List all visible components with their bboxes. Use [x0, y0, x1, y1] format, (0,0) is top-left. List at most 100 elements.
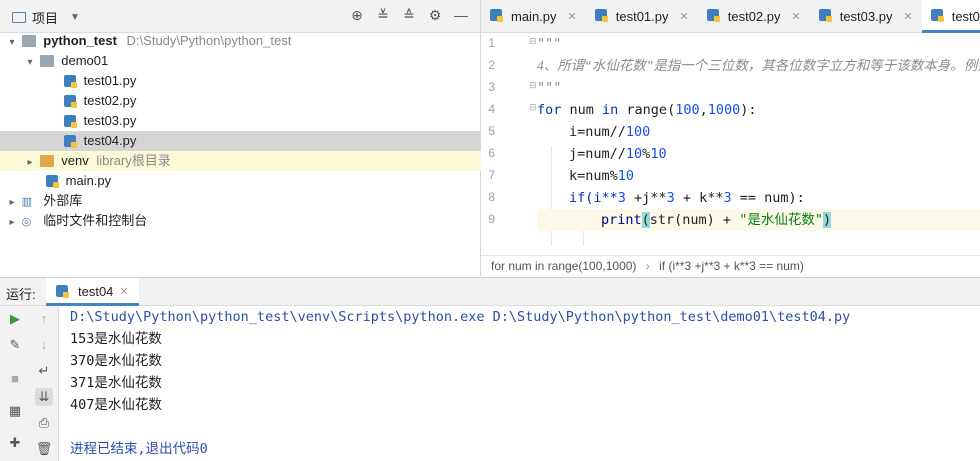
- tree-item-label: 外部库: [43, 193, 83, 208]
- close-icon[interactable]: ✕: [903, 10, 912, 23]
- line-number: 7: [488, 168, 495, 182]
- python-file-icon: [64, 134, 77, 148]
- code-line-2: 4、所谓“水仙花数”是指一个三位数，其各位数字立方和等于该数本身。例如: [537, 58, 980, 73]
- arrow-down-icon[interactable]: ↓: [35, 336, 53, 354]
- tree-item-python-test[interactable]: ▾ python_test D:\Study\Python\python_tes…: [0, 31, 486, 51]
- code-line-8: if(i**3 +j**3 + k**3 == num):: [569, 190, 805, 206]
- tab-label: test03.py: [839, 8, 893, 24]
- console-output[interactable]: D:\Study\Python\python_test\venv\Scripts…: [70, 306, 980, 461]
- folder-icon: [39, 154, 54, 167]
- code-line-7: k=num%10: [569, 168, 635, 184]
- tree-item-label: python_test: [43, 33, 117, 48]
- chevron-down-icon[interactable]: ▼: [70, 12, 80, 23]
- run-panel: 运行: test04 ✕ ▶ ↑ ✎ ↓ ■ ↵ ⇊ ▦ ⎙ ✚ 🗑 D:\St…: [0, 277, 980, 461]
- console-line: 371是水仙花数: [70, 375, 162, 391]
- tree-item-label: demo01: [61, 53, 109, 68]
- chevron-right-icon[interactable]: ▸: [24, 153, 36, 173]
- close-icon[interactable]: ✕: [119, 285, 128, 298]
- code-line-5: i=num//100: [569, 124, 651, 140]
- tab-label: test01.py: [615, 8, 669, 24]
- tree-item-label: test02.py: [83, 93, 137, 108]
- soft-wrap-icon[interactable]: ↵: [35, 362, 53, 380]
- indent-guide: [551, 146, 552, 246]
- code-editor: main.py ✕ test01.py ✕ test02.py ✕ test03…: [481, 0, 980, 276]
- fold-icon[interactable]: ⊟: [529, 36, 537, 47]
- run-tab-test04[interactable]: test04 ✕: [46, 278, 139, 306]
- tree-item-label: test01.py: [83, 73, 137, 88]
- layout-icon[interactable]: ▦: [6, 402, 24, 420]
- tab-test03-py[interactable]: test03.py ✕: [810, 0, 922, 32]
- fold-icon[interactable]: ⊟: [529, 102, 537, 113]
- expand-all-icon[interactable]: ≚: [374, 7, 392, 24]
- fold-icon[interactable]: ⊟: [529, 80, 537, 91]
- tree-item-label: test03.py: [83, 113, 137, 128]
- tab-label: test04.py: [951, 8, 980, 24]
- tree-item-test03[interactable]: test03.py: [0, 111, 544, 131]
- run-header: 运行: test04 ✕: [0, 278, 980, 306]
- python-file-icon: [64, 74, 77, 88]
- close-icon[interactable]: ✕: [792, 10, 801, 23]
- console-line: D:\Study\Python\python_test\venv\Scripts…: [70, 309, 851, 325]
- tree-item-venv[interactable]: ▸ venv library根目录: [0, 151, 504, 171]
- line-number: 4: [488, 102, 495, 116]
- tab-test01-py[interactable]: test01.py ✕: [586, 0, 698, 32]
- tab-label: test02.py: [727, 8, 781, 24]
- console-line: 进程已结束,退出代码0: [70, 441, 208, 457]
- chevron-right-icon[interactable]: ▸: [6, 193, 18, 213]
- code-area[interactable]: """ 4、所谓“水仙花数”是指一个三位数，其各位数字立方和等于该数本身。例如 …: [537, 33, 980, 247]
- line-number: 3: [488, 80, 495, 94]
- rerun-icon[interactable]: ▶: [6, 310, 24, 328]
- tree-item-external-libraries[interactable]: ▸ ▥ 外部库: [0, 191, 486, 211]
- tab-test02-py[interactable]: test02.py ✕: [698, 0, 810, 32]
- arrow-up-icon[interactable]: ↑: [35, 310, 53, 328]
- code-line-6: j=num//10%10: [569, 146, 667, 162]
- tree-item-main[interactable]: main.py: [0, 171, 526, 191]
- python-file-icon: [706, 9, 720, 22]
- tree-item-label: test04.py: [83, 133, 137, 148]
- project-path: D:\Study\Python\python_test: [126, 33, 292, 48]
- library-icon: ▥: [21, 196, 33, 208]
- collapse-all-icon[interactable]: ≙: [400, 7, 418, 24]
- wrench-icon[interactable]: ✎: [6, 336, 24, 354]
- tab-main-py[interactable]: main.py ✕: [481, 0, 586, 32]
- stop-icon[interactable]: ■: [6, 370, 24, 388]
- close-icon[interactable]: ✕: [680, 10, 689, 23]
- project-title: 项目: [32, 11, 59, 26]
- chevron-down-icon[interactable]: ▾: [24, 53, 36, 73]
- scroll-to-end-icon[interactable]: ⇊: [35, 388, 53, 406]
- chevron-right-icon[interactable]: ▸: [6, 213, 18, 233]
- crosshair-icon[interactable]: ⊕: [348, 7, 366, 24]
- breadcrumb-item[interactable]: for num in range(100,1000): [491, 259, 636, 273]
- project-view-selector[interactable]: 项目 ▼: [12, 8, 80, 27]
- tree-item-test04[interactable]: test04.py: [0, 131, 544, 151]
- tree-item-scratches[interactable]: ▸ ◎ 临时文件和控制台: [0, 211, 486, 231]
- tree-item-label: 临时文件和控制台: [43, 213, 148, 228]
- line-number: 9: [488, 212, 495, 226]
- breadcrumb-item[interactable]: if (i**3 +j**3 + k**3 == num): [659, 259, 804, 273]
- library-root-note: library根目录: [96, 153, 171, 168]
- code-line-4: for num in range(100,1000):: [537, 102, 757, 118]
- tab-test04-py[interactable]: test04.py: [921, 0, 980, 33]
- line-number: 8: [488, 190, 495, 204]
- line-number: 6: [488, 146, 495, 160]
- python-file-icon: [930, 9, 944, 22]
- python-file-icon: [818, 9, 832, 22]
- tree-item-test01[interactable]: test01.py: [0, 71, 544, 91]
- tab-label: main.py: [511, 8, 557, 24]
- print-icon[interactable]: ⎙: [35, 414, 53, 432]
- close-icon[interactable]: ✕: [568, 10, 577, 23]
- tree-item-test02[interactable]: test02.py: [0, 91, 544, 111]
- chevron-down-icon[interactable]: ▾: [6, 33, 18, 53]
- gear-icon[interactable]: ⚙: [426, 7, 444, 24]
- python-file-icon: [64, 94, 77, 108]
- console-line: 153是水仙花数: [70, 331, 162, 347]
- python-file-icon: [46, 174, 59, 188]
- minimize-icon[interactable]: —: [452, 7, 470, 24]
- console-line: 370是水仙花数: [70, 353, 162, 369]
- chevron-right-icon: ›: [645, 259, 650, 273]
- pin-icon[interactable]: ✚: [6, 434, 24, 452]
- trash-icon[interactable]: 🗑: [35, 440, 53, 458]
- python-file-icon: [594, 9, 608, 22]
- scratches-icon: ◎: [21, 216, 32, 228]
- tree-item-demo01[interactable]: ▾ demo01: [0, 51, 504, 71]
